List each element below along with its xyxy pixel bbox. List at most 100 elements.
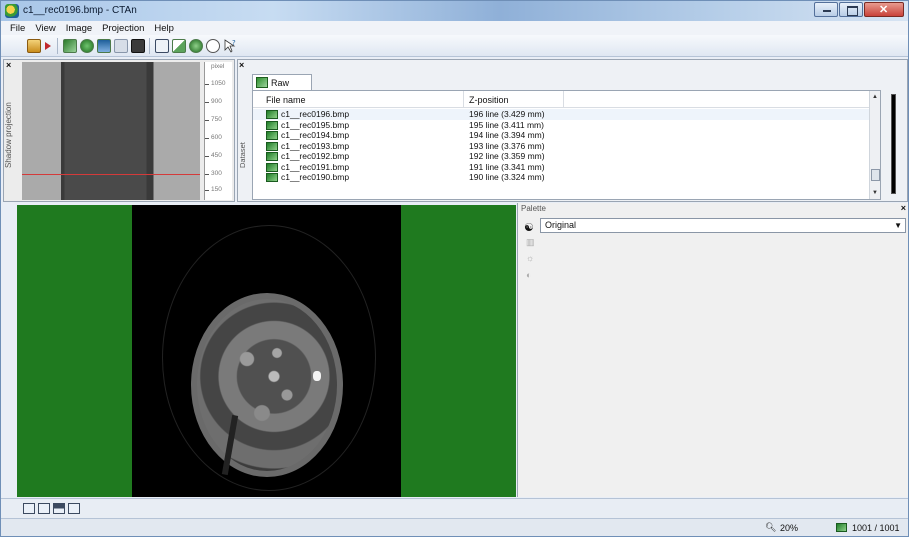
- binary-icon[interactable]: [114, 39, 128, 53]
- status-bar: 🔍︎ 20% 1001 / 1001: [1, 518, 908, 536]
- zoom-level: 20%: [780, 523, 799, 533]
- column-divider[interactable]: [563, 91, 564, 108]
- panel-close-icon[interactable]: ×: [901, 203, 906, 213]
- file-list-scrollbar[interactable]: ▲ ▼: [869, 91, 880, 199]
- image-view[interactable]: [17, 205, 516, 497]
- panel-close-icon[interactable]: ×: [239, 60, 244, 70]
- column-divider[interactable]: [463, 91, 464, 108]
- bitmap-file-icon: [266, 152, 278, 161]
- file-name: c1__rec0193.bmp: [281, 140, 350, 151]
- shadow-projection-image[interactable]: [22, 62, 200, 200]
- zoom-magnifier-icon: 🔍︎: [765, 522, 777, 532]
- maximize-button[interactable]: [839, 2, 863, 17]
- palette-panel: Palette × ☯ Original ▼ ▥ ☼ ◐: [517, 203, 908, 497]
- pixel-ruler: pixel 1050 900 750 600 450 300 150: [204, 62, 232, 200]
- raw-images-icon: [256, 77, 268, 88]
- file-row[interactable]: c1__rec0190.bmp 190 line (3.324 mm): [253, 172, 880, 183]
- histogram-icon[interactable]: [172, 39, 186, 53]
- tab-raw-images[interactable]: Raw images: [252, 74, 312, 104]
- file-row[interactable]: c1__rec0192.bmp 192 line (3.359 mm): [253, 151, 880, 162]
- scrollbar-thumb[interactable]: [871, 169, 880, 181]
- rotate-icon[interactable]: [206, 39, 220, 53]
- z-position: 193 line (3.376 mm): [469, 140, 545, 151]
- bright-inclusion: [313, 371, 321, 381]
- split-view-icon[interactable]: [53, 503, 65, 514]
- z-position: 191 line (3.341 mm): [469, 161, 545, 172]
- 3d-model-icon[interactable]: [189, 39, 203, 53]
- play-arrow-icon[interactable]: [44, 39, 52, 53]
- shadow-projection-label: Shadow projection: [4, 102, 13, 168]
- open-folder-icon[interactable]: [27, 39, 41, 53]
- chevron-down-icon[interactable]: ▼: [894, 219, 902, 232]
- app-window: c1__rec0196.bmp - CTAn File View Image P…: [0, 0, 909, 537]
- dataset-label: Dataset: [238, 142, 247, 168]
- ctan-app-icon: [5, 4, 19, 18]
- contrast-icon[interactable]: [131, 39, 145, 53]
- title-bar: c1__rec0196.bmp - CTAn: [1, 1, 908, 21]
- file-name: c1__rec0190.bmp: [281, 172, 350, 182]
- file-row[interactable]: c1__rec0193.bmp 193 line (3.376 mm): [253, 141, 880, 152]
- z-position: 192 line (3.359 mm): [469, 151, 545, 161]
- ruler-tick: [205, 138, 209, 139]
- scroll-down-icon[interactable]: ▼: [872, 190, 878, 196]
- file-row[interactable]: c1__rec0191.bmp 191 line (3.341 mm): [253, 162, 880, 173]
- close-button[interactable]: [864, 2, 904, 17]
- bitmap-file-icon: [266, 141, 278, 151]
- slice-position-line[interactable]: [22, 174, 200, 175]
- column-header-z-position[interactable]: Z-position: [469, 95, 509, 105]
- single-view-icon[interactable]: [23, 503, 35, 514]
- dataset-sidebar: [886, 90, 906, 200]
- image-count: 1001 / 1001: [852, 523, 900, 533]
- file-row[interactable]: c1__rec0196.bmp 196 line (3.429 mm): [253, 109, 880, 120]
- sphere-icon[interactable]: [80, 39, 94, 53]
- ruler-unit: pixel: [211, 63, 225, 70]
- ruler-tick-label: 1050: [211, 80, 226, 87]
- column-header-file-name[interactable]: File name: [266, 95, 306, 105]
- menu-file[interactable]: File: [5, 23, 30, 34]
- file-list: File name Z-position c1__rec0196.bmp 196…: [252, 90, 881, 200]
- ruler-tick-label: 450: [211, 152, 222, 159]
- scroll-up-icon[interactable]: ▲: [872, 94, 878, 100]
- menu-image[interactable]: Image: [61, 23, 97, 34]
- ruler-tick: [205, 102, 209, 103]
- dual-view-icon[interactable]: [38, 503, 50, 514]
- z-position: 190 line (3.324 mm): [469, 172, 545, 182]
- ruler-tick-label: 150: [211, 186, 222, 193]
- image-count-icon: [836, 523, 847, 532]
- view-toolbar: [1, 498, 908, 518]
- menu-bar: File View Image Projection Help: [1, 21, 908, 35]
- file-list-header: File name Z-position: [253, 91, 880, 108]
- ruler-tick-label: 750: [211, 116, 222, 123]
- minimize-button[interactable]: [814, 2, 838, 17]
- slice-range-bar[interactable]: [891, 94, 896, 194]
- palette-select[interactable]: Original ▼: [540, 218, 906, 233]
- menu-view[interactable]: View: [30, 23, 60, 34]
- panel-close-icon[interactable]: ×: [6, 60, 11, 70]
- file-name: c1__rec0196.bmp: [281, 109, 350, 119]
- processing-icon[interactable]: [97, 39, 111, 53]
- graph-view-icon[interactable]: [68, 503, 80, 514]
- yin-yang-icon[interactable]: ☯: [524, 221, 534, 234]
- menu-help[interactable]: Help: [149, 23, 179, 34]
- file-row[interactable]: c1__rec0195.bmp 195 line (3.411 mm): [253, 120, 880, 131]
- palette-selected-value: Original: [545, 220, 577, 230]
- help-cursor-icon[interactable]: ?: [223, 39, 237, 53]
- ruler-tick-label: 300: [211, 170, 222, 177]
- file-name: c1__rec0194.bmp: [281, 130, 350, 140]
- contrast-icon[interactable]: ◐: [526, 270, 531, 280]
- ruler-tick: [205, 156, 209, 157]
- sun-icon[interactable]: ☼: [526, 253, 534, 263]
- file-row[interactable]: c1__rec0194.bmp 194 line (3.394 mm): [253, 130, 880, 141]
- toolbar-separator: [149, 38, 150, 54]
- ruler-tick-label: 600: [211, 134, 222, 141]
- shadow-projection-icon[interactable]: [155, 39, 169, 53]
- palette-title: Palette: [521, 204, 546, 213]
- bitmap-file-icon: [266, 131, 278, 140]
- bitmap-file-icon: [266, 110, 278, 119]
- brightness-bars-icon[interactable]: ▥: [526, 237, 535, 248]
- svg-text:?: ?: [232, 39, 236, 47]
- raw-images-icon[interactable]: [63, 39, 77, 53]
- menu-projection[interactable]: Projection: [97, 23, 149, 34]
- z-position: 196 line (3.429 mm): [469, 109, 545, 119]
- bitmap-file-icon: [266, 162, 278, 172]
